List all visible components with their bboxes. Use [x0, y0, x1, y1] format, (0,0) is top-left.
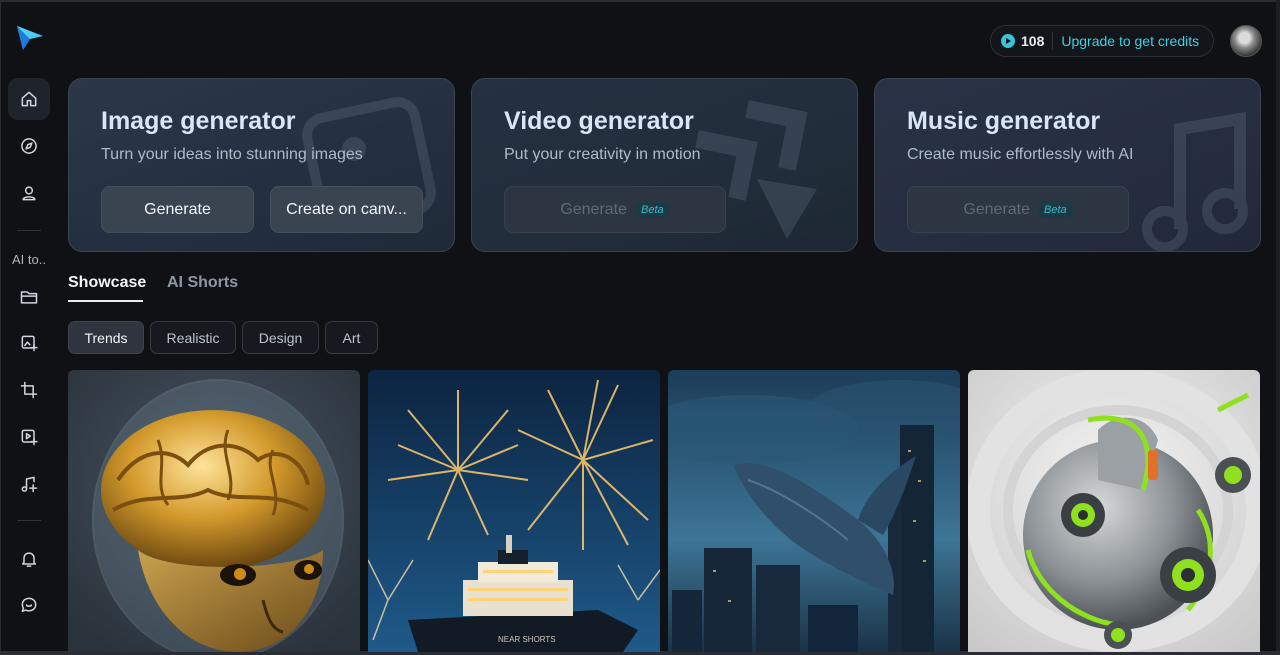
home-icon — [21, 91, 37, 107]
music-generate-button-label: Generate — [963, 200, 1031, 218]
window-frame-top — [0, 0, 1280, 2]
image-plus-icon — [21, 335, 38, 352]
image-generate-button-label: Generate — [144, 200, 211, 218]
sidebar: AI to.. — [0, 0, 58, 655]
music-beta-badge: Beta — [1038, 201, 1073, 218]
filter-design[interactable]: Design — [242, 321, 319, 354]
image-generator-subtitle: Turn your ideas into stunning images — [101, 146, 363, 163]
upgrade-link[interactable]: Upgrade to get credits — [1061, 33, 1199, 49]
music-generator-title: Music generator — [907, 107, 1101, 135]
music-generate-button[interactable]: Generate Beta — [907, 186, 1129, 233]
tab-active-indicator — [68, 300, 143, 302]
video-generator-card: Video generator Put your creativity in m… — [471, 78, 858, 252]
filter-realistic[interactable]: Realistic — [150, 321, 236, 354]
music-generator-card: Music generator Create music effortlessl… — [874, 78, 1261, 252]
nav-explore-button[interactable] — [8, 125, 50, 167]
window-scrollbar-track — [1276, 0, 1280, 655]
nav-profile-button[interactable] — [8, 172, 50, 214]
video-generate-button[interactable]: Generate Beta — [504, 186, 726, 233]
compass-icon — [21, 138, 37, 154]
nav-folder-button[interactable] — [8, 276, 50, 318]
gallery-item-mech-sphere[interactable] — [968, 370, 1260, 652]
mechanical-sphere-image — [968, 370, 1260, 652]
credits-pill[interactable]: 108 Upgrade to get credits — [990, 25, 1214, 57]
create-on-canvas-label: Create on canv... — [286, 200, 407, 218]
avatar[interactable] — [1230, 25, 1262, 57]
filter-design-label: Design — [258, 329, 303, 346]
filter-trends-label: Trends — [84, 329, 128, 346]
filter-art[interactable]: Art — [325, 321, 378, 354]
filter-trends[interactable]: Trends — [68, 321, 144, 354]
image-generate-button[interactable]: Generate — [101, 186, 254, 233]
gallery-item-whale[interactable] — [668, 370, 960, 652]
user-icon — [22, 186, 36, 201]
video-generate-button-label: Generate — [560, 200, 628, 218]
create-on-canvas-button[interactable]: Create on canv... — [270, 186, 423, 233]
crop-icon — [20, 381, 38, 399]
credits-separator — [1052, 32, 1054, 50]
sidebar-divider — [17, 230, 41, 231]
nav-video-tool-button[interactable] — [8, 416, 50, 458]
video-generator-title: Video generator — [504, 107, 694, 135]
whale-city-image — [668, 370, 960, 652]
tab-ai-shorts[interactable]: AI Shorts — [167, 274, 238, 292]
gallery-item-fireworks[interactable]: NEAR SHORTS — [368, 370, 660, 652]
ship-hull-text: NEAR SHORTS — [498, 635, 556, 644]
nav-crop-tool-button[interactable] — [8, 369, 50, 411]
folder-icon — [20, 291, 38, 304]
music-plus-icon — [21, 476, 38, 493]
golden-brain-robot-image — [68, 370, 360, 652]
filter-realistic-label: Realistic — [166, 329, 220, 346]
credit-coin-icon — [1001, 34, 1015, 48]
video-plus-icon — [21, 429, 38, 446]
fireworks-cruise-ship-image: NEAR SHORTS — [368, 370, 660, 652]
app-logo[interactable] — [14, 22, 46, 54]
sidebar-divider — [17, 520, 41, 521]
image-generator-card: Image generator Turn your ideas into stu… — [68, 78, 455, 252]
sidebar-section-label: AI to.. — [12, 252, 46, 267]
chat-icon — [21, 597, 37, 612]
nav-feedback-button[interactable] — [8, 584, 50, 626]
gallery-item-brain[interactable] — [68, 370, 360, 652]
filter-art-label: Art — [342, 329, 361, 346]
image-generator-title: Image generator — [101, 107, 296, 135]
video-generator-subtitle: Put your creativity in motion — [504, 146, 701, 163]
nav-music-tool-button[interactable] — [8, 463, 50, 505]
music-generator-subtitle: Create music effortlessly with AI — [907, 146, 1134, 163]
nav-home-button[interactable] — [8, 78, 50, 120]
tab-showcase[interactable]: Showcase — [68, 274, 146, 292]
nav-image-tool-button[interactable] — [8, 322, 50, 364]
video-beta-badge: Beta — [635, 201, 670, 218]
credits-count: 108 — [1021, 33, 1045, 49]
bell-icon — [22, 552, 36, 567]
nav-notifications-button[interactable] — [8, 538, 50, 580]
